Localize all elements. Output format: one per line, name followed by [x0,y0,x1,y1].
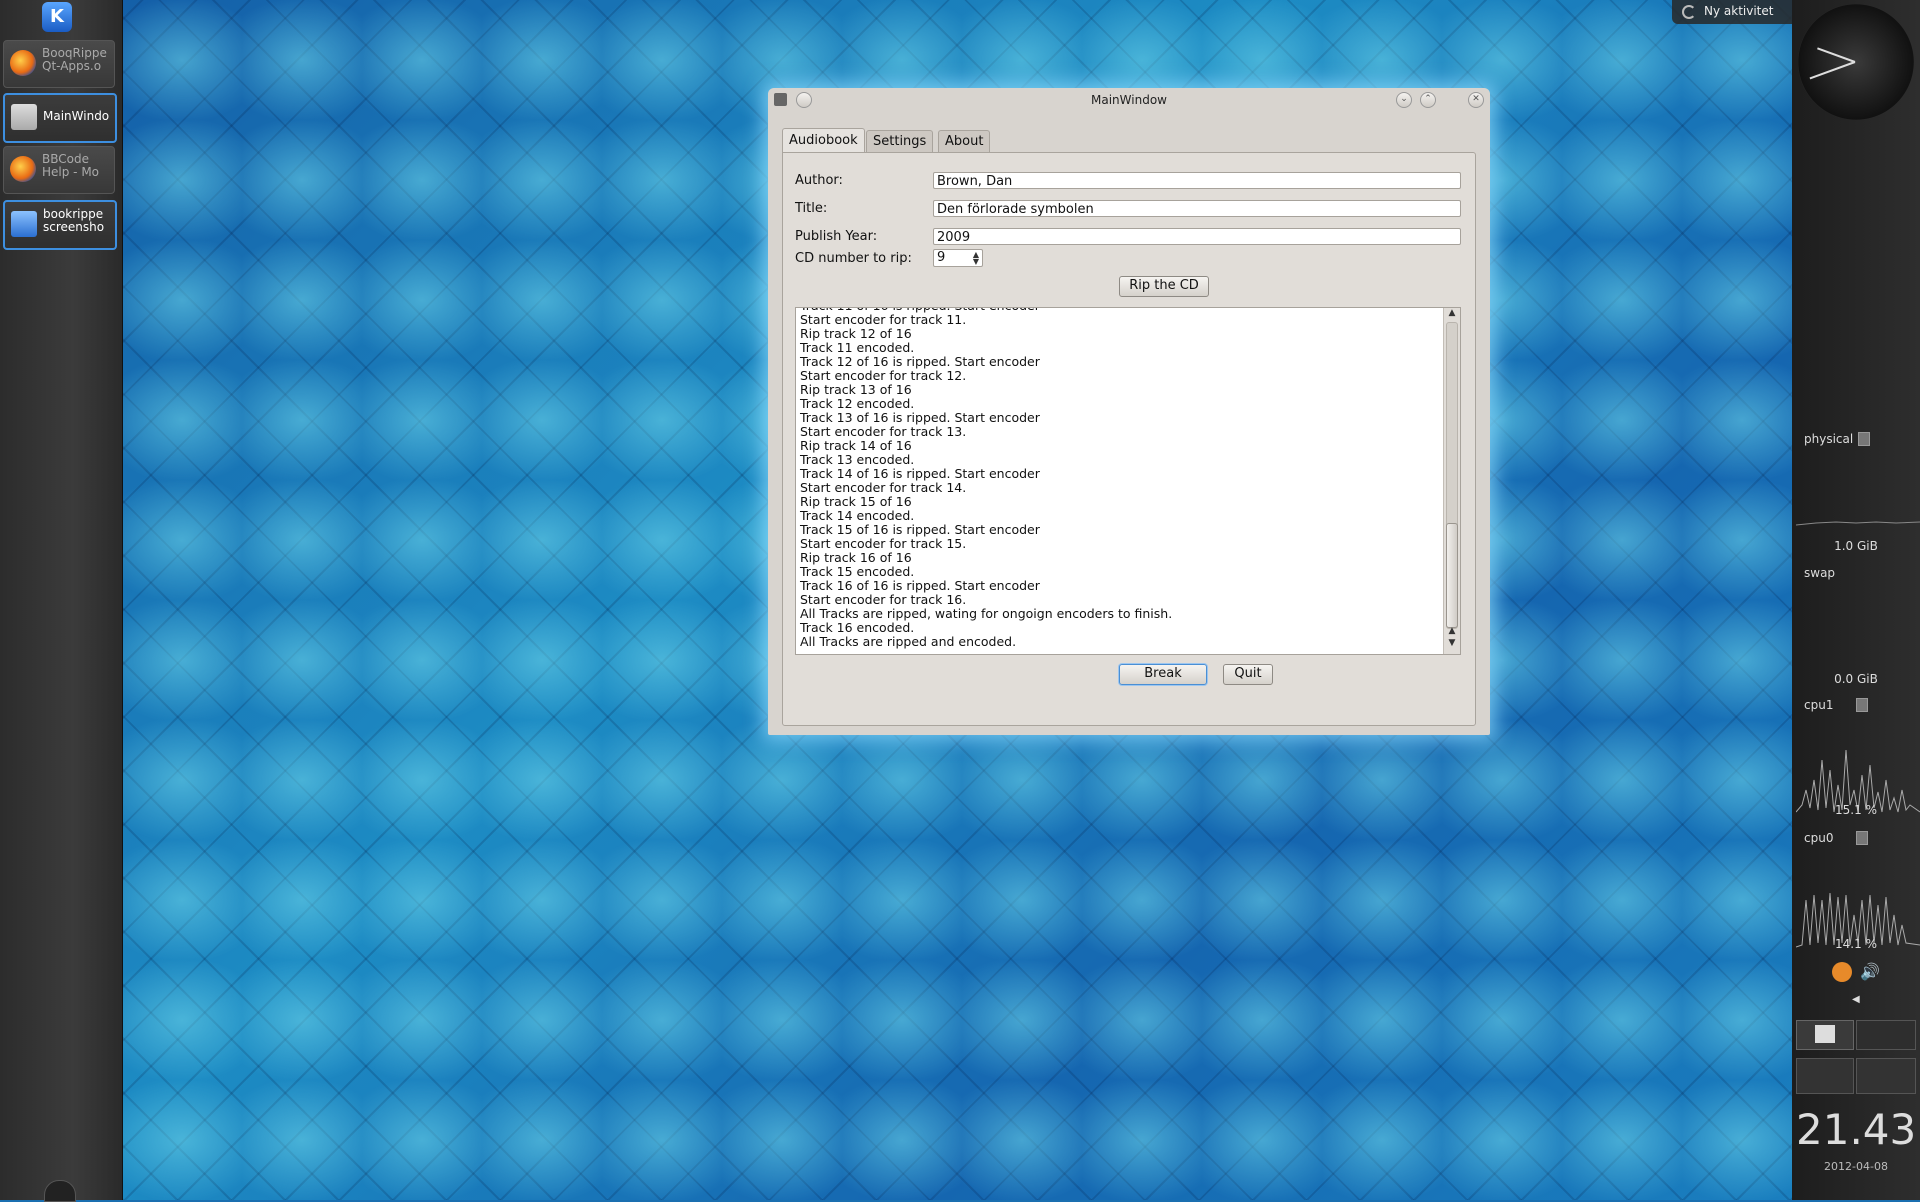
date-label: 2012-04-08 [1824,1160,1888,1173]
task-sublabel: Qt-Apps.o [42,59,102,73]
cpu0-indicator [1856,831,1868,845]
scroll-up-icon[interactable]: ▲ [1444,308,1460,318]
log-line: Start encoder for track 15. [800,536,967,551]
task-sublabel: Help - Mo [42,165,100,179]
cpu0-value: 14.1 % [1835,937,1877,951]
cd-number-stepper[interactable]: 9 ▲ ▼ [933,249,983,267]
log-line: Track 15 encoded. [800,564,915,579]
break-button[interactable]: Break [1119,664,1207,685]
audiobook-panel: Author: Brown, Dan Title: Den förlorade … [782,152,1476,726]
screenshot-icon [11,211,37,237]
title-field[interactable]: Den förlorade symbolen [933,200,1461,217]
log-line: Track 13 encoded. [800,452,915,467]
log-line: Start encoder for track 14. [800,480,967,495]
desktop-pager-1[interactable] [1796,1020,1854,1050]
maximize-icon[interactable]: ⌃ [1420,92,1436,108]
scroll-up-small-icon[interactable]: ▲ [1444,626,1460,636]
task-bookripper-screenshot[interactable]: bookrippe screensho [3,200,117,250]
log-line: Track 13 of 16 is ripped. Start encoder [800,410,1040,425]
clock-minute-hand [1809,61,1856,80]
new-activity-label: Ny aktivitet [1704,4,1774,18]
kde-icon[interactable]: K [42,2,72,32]
firefox-icon [10,50,36,76]
log-line: Track 16 encoded. [800,620,915,635]
log-line: Rip track 16 of 16 [800,550,912,565]
task-bbcode[interactable]: BBCode Help - Mo [3,146,115,194]
expand-tray-icon[interactable]: ◀ [1852,994,1860,1005]
cpu0-label: cpu0 [1804,831,1834,845]
publish-year-field[interactable]: 2009 [933,228,1461,245]
cpu1-value: 15.1 % [1835,803,1877,817]
log-line: Track 11 encoded. [800,340,915,355]
activity-icon [1682,5,1696,19]
tab-about[interactable]: About [938,130,991,152]
rip-cd-button[interactable]: Rip the CD [1119,276,1209,297]
log-line: Track 12 encoded. [800,396,915,411]
new-activity-button[interactable]: Ny aktivitet [1672,0,1792,24]
stepper-arrows-icon[interactable]: ▲ ▼ [973,251,979,266]
author-field[interactable]: Brown, Dan [933,172,1461,189]
scroll-thumb[interactable] [1446,523,1458,628]
tab-settings[interactable]: Settings [866,130,934,152]
digital-clock[interactable]: 21.43 [1796,1105,1920,1154]
scroll-down-icon[interactable]: ▼ [1444,638,1460,648]
log-line: Track 16 of 16 is ripped. Start encoder [800,578,1040,593]
task-label: MainWindo [43,110,110,123]
physical-memory-label: physical [1804,432,1854,446]
title-label: Title: [795,201,828,216]
physical-memory-value: 1.0 GiB [1834,539,1878,553]
log-line: Start encoder for track 13. [800,424,967,439]
system-monitor-panel: physical 1.0 GiB swap 0.0 GiB cpu1 15.1 … [1792,0,1920,1200]
cpu1-label: cpu1 [1804,698,1834,712]
document-icon [11,104,37,130]
firefox-icon [10,156,36,182]
log-line: Track 12 of 16 is ripped. Start encoder [800,354,1040,369]
cd-number-value: 9 [937,250,946,265]
task-mainwindow[interactable]: MainWindo [3,93,117,143]
network-icon[interactable] [1832,962,1852,982]
log-line: Start encoder for track 11. [800,312,967,327]
desktop-pager-3[interactable] [1796,1058,1854,1094]
publish-year-label: Publish Year: [795,229,878,244]
log-line: Rip track 13 of 16 [800,382,912,397]
log-line: Start encoder for track 12. [800,368,967,383]
task-booqripper[interactable]: BooqRippe Qt-Apps.o [3,40,115,88]
swap-label: swap [1804,566,1836,580]
window-title: MainWindow [1091,93,1167,107]
clock-hour-hand [1817,47,1856,63]
swap-value: 0.0 GiB [1834,672,1878,686]
log-line: Track 14 encoded. [800,508,915,523]
cd-number-label: CD number to rip: [795,251,912,266]
tab-audiobook[interactable]: Audiobook [782,128,865,152]
quit-button[interactable]: Quit [1223,664,1273,685]
log-line: Start encoder for track 16. [800,592,967,607]
log-line: Track 15 of 16 is ripped. Start encoder [800,522,1040,537]
taskbar: K BooqRippe Qt-Apps.o MainWindo BBCode Hel… [0,0,123,1202]
log-output[interactable]: Track 11 of 16 is ripped. Start encoderS… [795,307,1461,655]
log-line: Rip track 15 of 16 [800,494,912,509]
author-label: Author: [795,173,843,188]
log-line: All Tracks are ripped and encoded. [800,634,1017,649]
close-icon[interactable]: ✕ [1468,92,1484,108]
physical-memory-indicator [1858,432,1870,446]
log-scrollbar[interactable]: ▲ ▲ ▼ [1443,308,1460,654]
volume-icon[interactable]: 🔊 [1860,962,1880,981]
log-lines: Track 11 of 16 is ripped. Start encoderS… [800,308,1430,649]
task-sublabel: screensho [43,220,105,234]
desktop-pager-2[interactable] [1856,1020,1916,1050]
panel-toolbox-icon[interactable] [44,1180,76,1202]
main-window: MainWindow ⌄ ⌃ ✕ Audiobook Settings Abou… [768,88,1490,735]
log-line: All Tracks are ripped, wating for ongoig… [800,606,1173,621]
log-line: Track 14 of 16 is ripped. Start encoder [800,466,1040,481]
analog-clock[interactable] [1798,4,1914,120]
log-line: Rip track 12 of 16 [800,326,912,341]
window-titlebar[interactable]: MainWindow ⌄ ⌃ ✕ [768,88,1490,112]
log-line: Rip track 14 of 16 [800,438,912,453]
cpu1-indicator [1856,698,1868,712]
minimize-icon[interactable]: ⌄ [1396,92,1412,108]
desktop-pager-4[interactable] [1856,1058,1916,1094]
